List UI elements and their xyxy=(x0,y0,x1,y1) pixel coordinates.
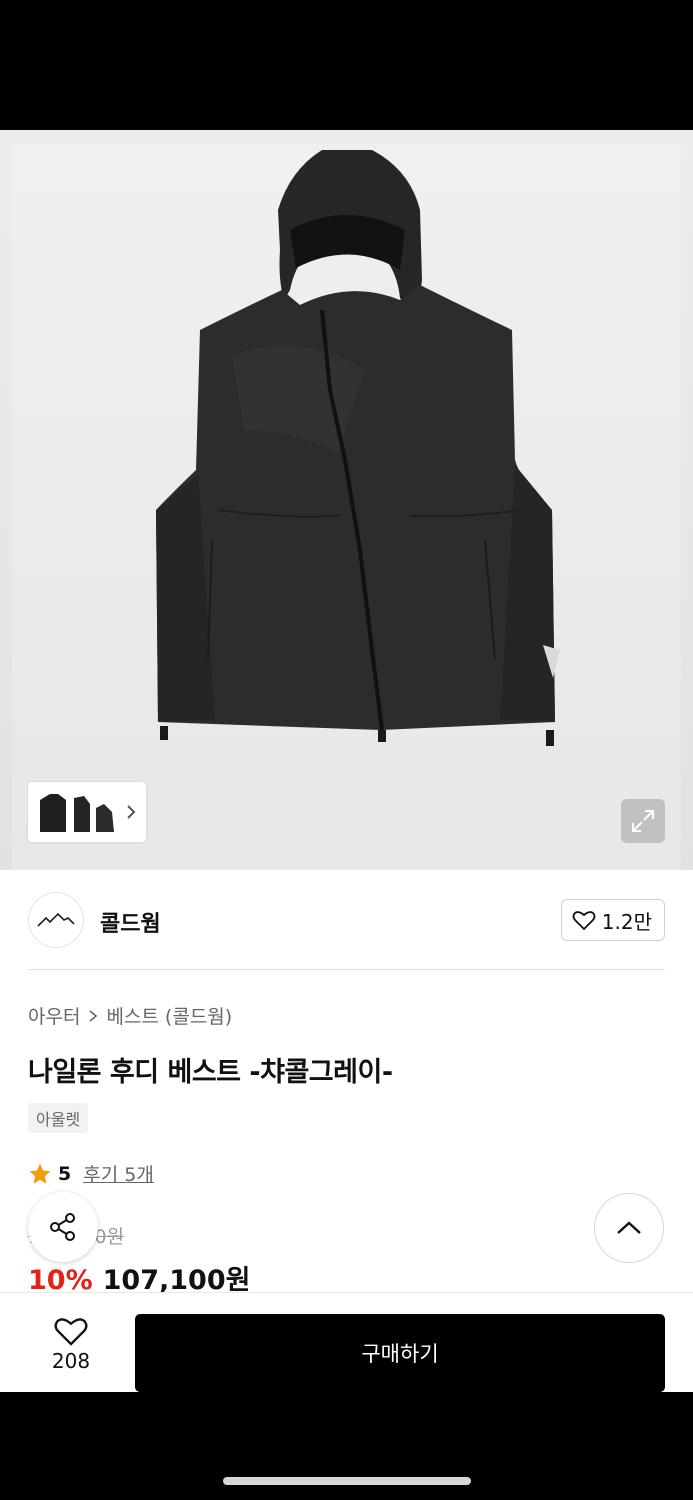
rating-value: 5 xyxy=(58,1162,72,1185)
home-indicator[interactable] xyxy=(223,1477,471,1485)
share-icon xyxy=(50,1213,75,1241)
product-image xyxy=(156,150,560,746)
status-bar xyxy=(0,0,693,130)
expand-icon xyxy=(632,810,654,832)
brand-name[interactable]: 콜드웜 xyxy=(100,906,161,938)
breadcrumb-item[interactable]: 베스트 (콜드웜) xyxy=(106,1002,232,1029)
expand-button[interactable] xyxy=(621,799,665,843)
heart-icon xyxy=(572,911,596,931)
star-icon xyxy=(29,1163,51,1184)
rating-row: 5 후기 5개 xyxy=(28,1160,154,1187)
heart-icon xyxy=(54,1318,88,1346)
brand-like-count: 1.2만 xyxy=(601,909,652,934)
chevron-right-icon xyxy=(89,1009,98,1022)
product-title: 나일론 후디 베스트 -챠콜그레이- xyxy=(28,1057,393,1088)
wish-count: 208 xyxy=(51,1349,91,1373)
brand-row[interactable]: 콜드웜 1.2만 xyxy=(28,892,665,948)
scroll-top-button[interactable] xyxy=(594,1193,664,1263)
buy-button[interactable]: 구매하기 xyxy=(135,1314,665,1392)
chevron-right-icon xyxy=(127,805,136,819)
system-navigation-area xyxy=(0,1392,693,1500)
mountain-logo-icon xyxy=(37,912,75,927)
thumbnail-strip[interactable] xyxy=(28,782,146,842)
chevron-up-icon xyxy=(617,1221,641,1234)
product-gallery[interactable] xyxy=(0,130,693,870)
brand-logo[interactable] xyxy=(28,892,84,948)
divider xyxy=(28,969,665,970)
outlet-tag: 아울렛 xyxy=(28,1103,89,1133)
share-button[interactable] xyxy=(28,1192,98,1262)
product-info: 콜드웜 1.2만 아우터 베스트 (콜드웜) 나일론 후디 베스트 -챠콜그레이… xyxy=(0,870,693,1296)
review-link[interactable]: 후기 5개 xyxy=(83,1160,154,1187)
thumbnail-images xyxy=(40,794,114,832)
bottom-action-bar: 208 구매하기 xyxy=(0,1292,693,1392)
wish-button[interactable]: 208 xyxy=(36,1315,106,1379)
breadcrumb: 아우터 베스트 (콜드웜) xyxy=(28,1002,232,1029)
brand-like-button[interactable]: 1.2만 xyxy=(560,899,665,941)
breadcrumb-item[interactable]: 아우터 xyxy=(28,1002,80,1029)
